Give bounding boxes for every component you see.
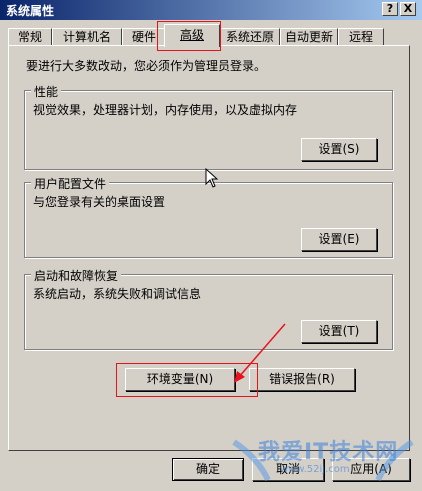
- watermark-url: www.52ij.com: [280, 464, 350, 475]
- annotation-arrow: [234, 323, 286, 383]
- watermark-logo: 我爱IT技术网 www.52ij.com: [228, 428, 418, 486]
- mouse-cursor-icon: [205, 168, 219, 188]
- watermark-text: 我爱IT技术网: [258, 440, 399, 465]
